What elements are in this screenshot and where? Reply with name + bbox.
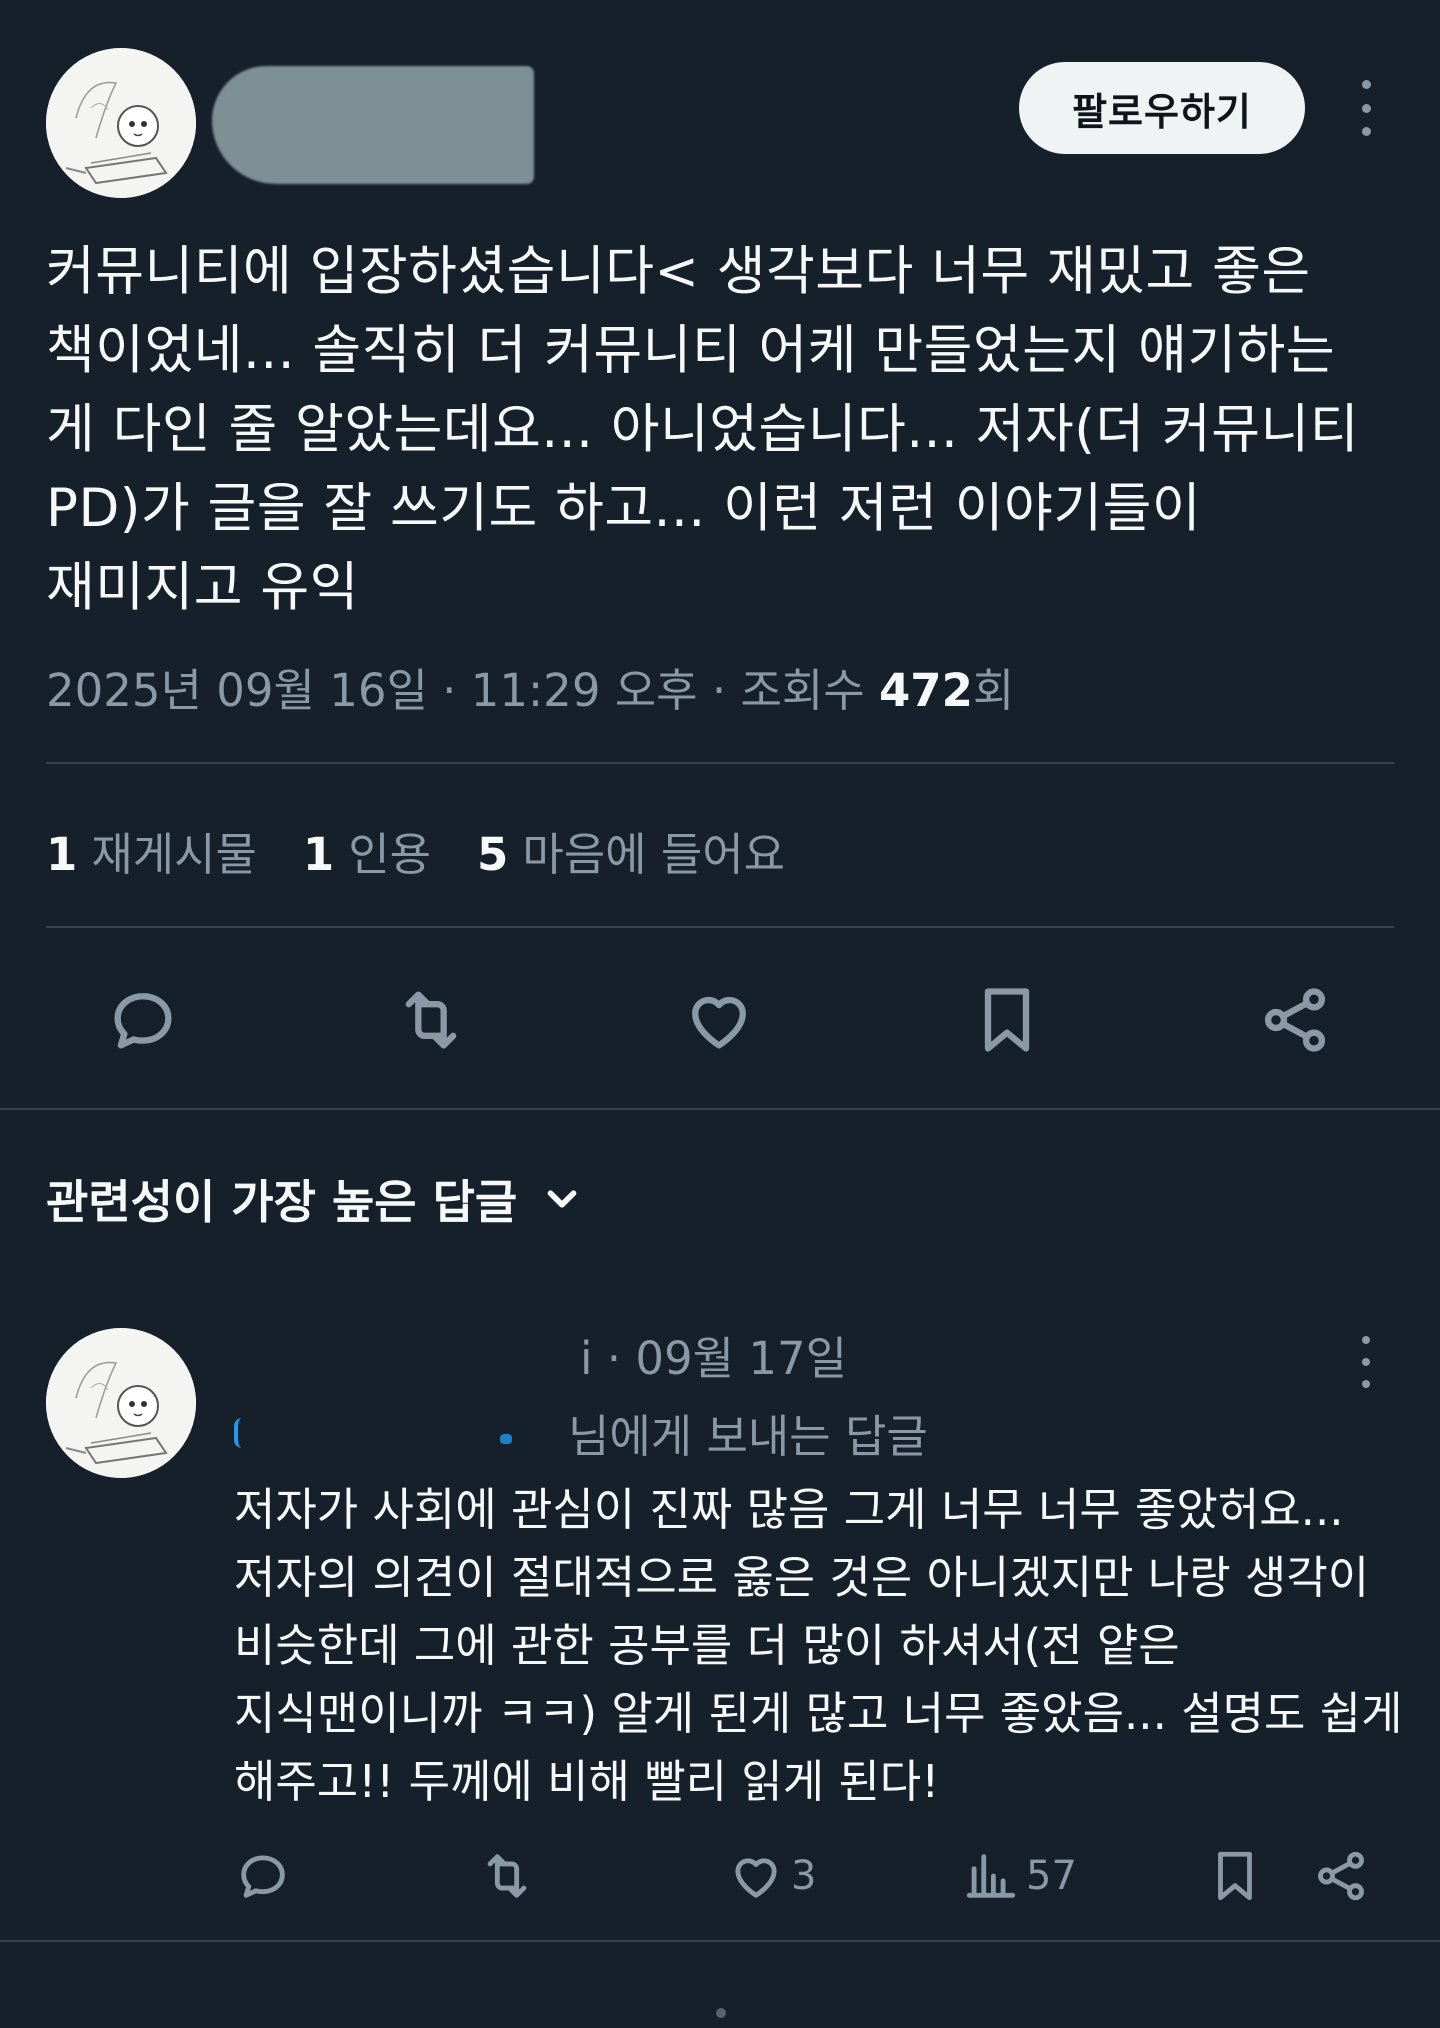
tweet-stats: 1 재게시물 1 인용 5 마음에 들어요: [46, 818, 831, 883]
avatar-illustration: [46, 48, 196, 198]
more-icon[interactable]: [1346, 1336, 1386, 1388]
bookmark-icon[interactable]: [1206, 1846, 1264, 1906]
scroll-indicator: [716, 2008, 726, 2018]
retweet-icon[interactable]: [391, 980, 471, 1060]
views-count: 57: [1026, 1853, 1077, 1899]
views-icon: [966, 1854, 1016, 1898]
view-count: 472: [878, 664, 973, 717]
replies-sort-label: 관련성이 가장 높은 답글: [46, 1175, 518, 1229]
reply-to-link-fragment: [234, 1418, 242, 1448]
reply-icon[interactable]: [234, 1846, 292, 1906]
divider: [0, 1940, 1440, 1942]
views-button[interactable]: 57: [962, 1846, 1077, 1906]
author-avatar[interactable]: [46, 48, 196, 198]
tweet-text: 커뮤니티에 입장하셨습니다< 생각보다 너무 재밌고 좋은 책이었네... 솔직…: [46, 241, 1360, 618]
stat-likes[interactable]: 5 마음에 들어요: [477, 818, 785, 883]
reply-header: i · 09월 17일: [580, 1332, 848, 1385]
retweet-icon[interactable]: [478, 1846, 536, 1906]
share-icon[interactable]: [1255, 980, 1335, 1060]
tweet-meta: 2025년 09월 16일 · 11:29 오후 · 조회수 472회: [46, 654, 1014, 719]
like-button[interactable]: 3: [727, 1846, 816, 1906]
stat-quotes[interactable]: 1 인용: [303, 818, 431, 883]
avatar-illustration: [46, 1328, 196, 1478]
replies-sort-dropdown[interactable]: 관련성이 가장 높은 답글: [46, 1166, 585, 1232]
author-name-redacted: [212, 66, 534, 184]
bookmark-icon[interactable]: [967, 980, 1047, 1060]
heart-icon: [735, 1858, 777, 1898]
like-count: 3: [791, 1853, 817, 1899]
reply-text: 저자가 사회에 관심이 진짜 많음 그게 너무 너무 좋았허요... 저자의 의…: [234, 1483, 1403, 1808]
view-count-suffix: 회: [972, 664, 1015, 717]
reply-icon[interactable]: [103, 980, 183, 1060]
chevron-down-icon: [547, 1190, 577, 1208]
more-icon[interactable]: [1346, 80, 1386, 136]
reply-author-avatar[interactable]: [46, 1328, 196, 1478]
tweet-detail-page: 팔로우하기 커뮤니티에 입장하셨습니다< 생각보다 너무 재밌고 좋은 책이었네…: [0, 0, 1440, 2028]
divider: [0, 1108, 1440, 1110]
follow-button[interactable]: 팔로우하기: [1019, 62, 1305, 154]
reply-to-link-fragment: [500, 1434, 512, 1444]
heart-icon[interactable]: [679, 980, 759, 1060]
share-icon[interactable]: [1312, 1846, 1370, 1906]
stat-reposts[interactable]: 1 재게시물: [46, 818, 257, 883]
divider: [46, 926, 1394, 928]
tweet-timestamp[interactable]: 2025년 09월 16일 · 11:29 오후 · 조회수: [46, 664, 879, 717]
reply-to-text: 님에게 보내는 답글: [568, 1410, 928, 1463]
divider: [46, 762, 1394, 764]
